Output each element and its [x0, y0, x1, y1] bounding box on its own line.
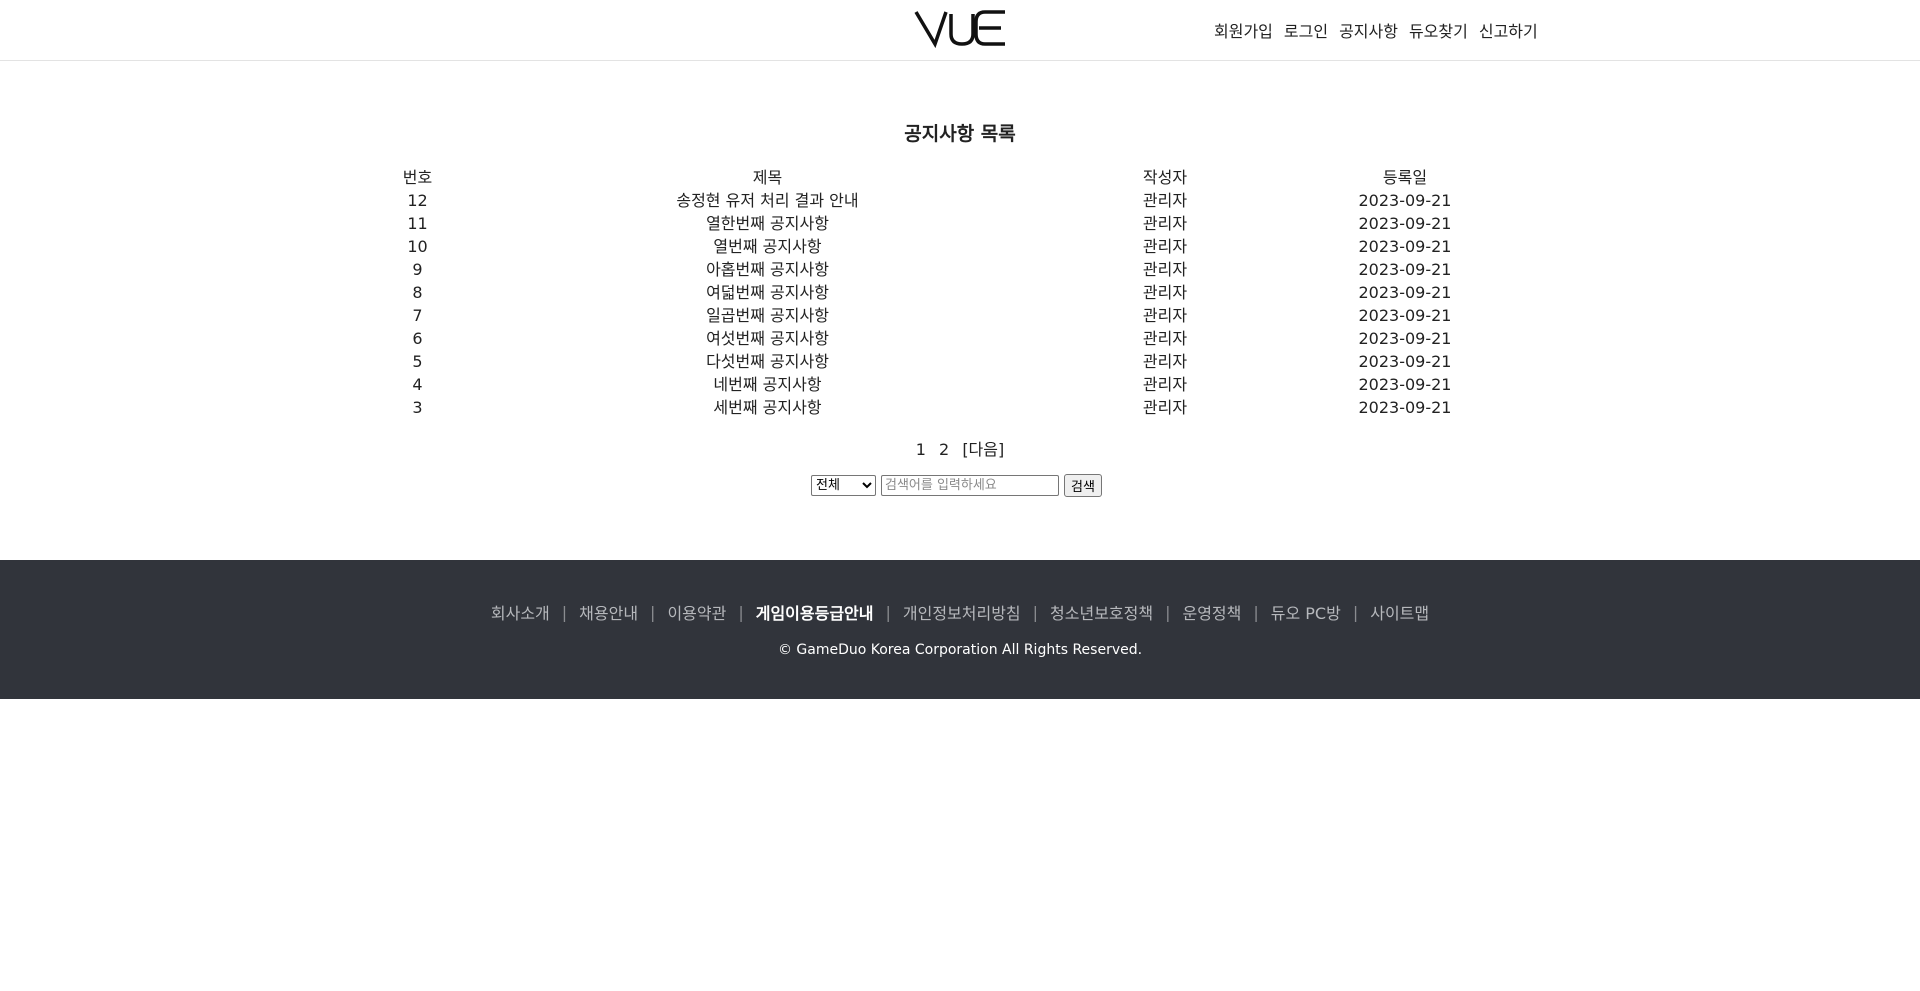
footer-separator: |: [738, 602, 744, 622]
cell-number: 7: [412, 306, 423, 325]
cell-author: 관리자: [1142, 214, 1188, 233]
footer-link[interactable]: 운영정책: [1182, 600, 1241, 624]
site-header: 회원가입 로그인 공지사항 듀오찾기 신고하기: [0, 0, 1920, 61]
cell-title[interactable]: 여덟번째 공지사항: [465, 281, 1070, 304]
copyright-text: © GameDuo Korea Corporation All Rights R…: [777, 642, 1143, 658]
cell-author: 관리자: [1142, 260, 1188, 279]
column-header-date: 등록일: [1382, 168, 1428, 187]
cell-date: 2023-09-21: [1358, 306, 1452, 325]
cell-number: 3: [412, 398, 423, 417]
cell-author: 관리자: [1142, 306, 1188, 325]
cell-number: 4: [412, 375, 423, 394]
nav-notice-link[interactable]: 공지사항: [1339, 18, 1398, 42]
footer-links: 회사소개 | 채용안내 | 이용약관 | 게임이용등급안내 | 개인정보처리방침 | 청소년보호정책…: [0, 600, 1920, 624]
search-button[interactable]: 검색: [1064, 474, 1102, 497]
cell-title[interactable]: 일곱번째 공지사항: [465, 304, 1070, 327]
table-row[interactable]: 4 네번째 공지사항 관리자 2023-09-21: [370, 373, 1550, 396]
cell-title[interactable]: 세번째 공지사항: [465, 396, 1070, 419]
cell-title[interactable]: 열번째 공지사항: [465, 235, 1070, 258]
footer-separator: |: [1253, 602, 1259, 622]
cell-date: 2023-09-21: [1358, 352, 1452, 371]
pagination: 1 2 [다음]: [0, 436, 1920, 460]
cell-date: 2023-09-21: [1358, 237, 1452, 256]
next-page-link[interactable]: [다음]: [962, 440, 1004, 459]
footer-link[interactable]: 이용약관: [667, 600, 726, 624]
cell-date: 2023-09-21: [1358, 191, 1452, 210]
cell-date: 2023-09-21: [1358, 375, 1452, 394]
cell-title[interactable]: 다섯번째 공지사항: [465, 350, 1070, 373]
column-header-number: 번호: [402, 168, 433, 187]
table-row[interactable]: 12 송정현 유저 처리 결과 안내 관리자 2023-09-21: [370, 189, 1550, 212]
cell-number: 6: [412, 329, 423, 348]
footer-separator: |: [650, 602, 656, 622]
cell-date: 2023-09-21: [1358, 214, 1452, 233]
cell-author: 관리자: [1142, 375, 1188, 394]
nav-signup-link[interactable]: 회원가입: [1214, 18, 1273, 42]
page-link-1[interactable]: 1: [916, 440, 926, 459]
column-header-author: 작성자: [1142, 168, 1188, 187]
table-row[interactable]: 10 열번째 공지사항 관리자 2023-09-21: [370, 235, 1550, 258]
cell-title[interactable]: 열한번째 공지사항: [465, 212, 1070, 235]
cell-number: 9: [412, 260, 423, 279]
footer-link[interactable]: 청소년보호정책: [1050, 600, 1153, 624]
page-title: 공지사항 목록: [904, 123, 1016, 145]
table-row[interactable]: 8 여덟번째 공지사항 관리자 2023-09-21: [370, 281, 1550, 304]
footer-link[interactable]: 회사소개: [491, 600, 550, 624]
cell-author: 관리자: [1142, 329, 1188, 348]
table-header-row: 번호 제목 작성자 등록일: [370, 166, 1550, 189]
table-row[interactable]: 9 아홉번째 공지사항 관리자 2023-09-21: [370, 258, 1550, 281]
footer-link[interactable]: 사이트맵: [1370, 600, 1429, 624]
footer-link[interactable]: 채용안내: [579, 600, 638, 624]
cell-number: 8: [412, 283, 423, 302]
nav-login-link[interactable]: 로그인: [1284, 18, 1328, 42]
table-row[interactable]: 5 다섯번째 공지사항 관리자 2023-09-21: [370, 350, 1550, 373]
cell-author: 관리자: [1142, 283, 1188, 302]
cell-author: 관리자: [1142, 398, 1188, 417]
table-row[interactable]: 11 열한번째 공지사항 관리자 2023-09-21: [370, 212, 1550, 235]
nav-report-link[interactable]: 신고하기: [1479, 18, 1538, 42]
cell-author: 관리자: [1142, 237, 1188, 256]
search-bar: 전체 검색: [811, 474, 1102, 497]
footer-separator: |: [1032, 602, 1039, 622]
cell-number: 12: [407, 191, 428, 210]
footer-link[interactable]: 듀오 PC방: [1271, 600, 1341, 624]
footer-link[interactable]: 개인정보처리방침: [903, 600, 1021, 624]
cell-title[interactable]: 송정현 유저 처리 결과 안내: [465, 189, 1070, 212]
cell-number: 5: [412, 352, 423, 371]
column-header-title: 제목: [752, 168, 783, 187]
cell-title[interactable]: 여섯번째 공지사항: [465, 327, 1070, 350]
cell-number: 11: [407, 214, 428, 233]
cell-author: 관리자: [1142, 191, 1188, 210]
search-type-select[interactable]: 전체: [811, 475, 876, 496]
table-row[interactable]: 7 일곱번째 공지사항 관리자 2023-09-21: [370, 304, 1550, 327]
footer-separator: |: [1165, 602, 1171, 622]
cell-date: 2023-09-21: [1358, 283, 1452, 302]
site-footer: 회사소개 | 채용안내 | 이용약관 | 게임이용등급안내 | 개인정보처리방침 | 청소년보호정책…: [0, 560, 1920, 699]
search-input[interactable]: [881, 475, 1059, 496]
top-nav: 회원가입 로그인 공지사항 듀오찾기 신고하기: [1214, 18, 1538, 42]
page-link-2[interactable]: 2: [939, 440, 949, 459]
cell-date: 2023-09-21: [1358, 398, 1452, 417]
table-row[interactable]: 3 세번째 공지사항 관리자 2023-09-21: [370, 396, 1550, 419]
footer-separator: |: [1352, 602, 1359, 622]
cell-number: 10: [407, 237, 428, 256]
nav-find-duo-link[interactable]: 듀오찾기: [1409, 18, 1468, 42]
footer-separator: |: [561, 602, 568, 622]
cell-author: 관리자: [1142, 352, 1188, 371]
cell-title[interactable]: 아홉번째 공지사항: [465, 258, 1070, 281]
table-row[interactable]: 6 여섯번째 공지사항 관리자 2023-09-21: [370, 327, 1550, 350]
vue-logo[interactable]: [913, 6, 1007, 49]
cell-title[interactable]: 네번째 공지사항: [465, 373, 1070, 396]
cell-date: 2023-09-21: [1358, 329, 1452, 348]
footer-link[interactable]: 게임이용등급안내: [756, 600, 874, 624]
cell-date: 2023-09-21: [1358, 260, 1452, 279]
vue-logo-icon: [914, 10, 1005, 49]
footer-separator: |: [885, 602, 891, 622]
notice-table: 번호 제목 작성자 등록일 12 송정현 유저 처리 결과 안내 관리자 2023-0…: [370, 166, 1550, 419]
